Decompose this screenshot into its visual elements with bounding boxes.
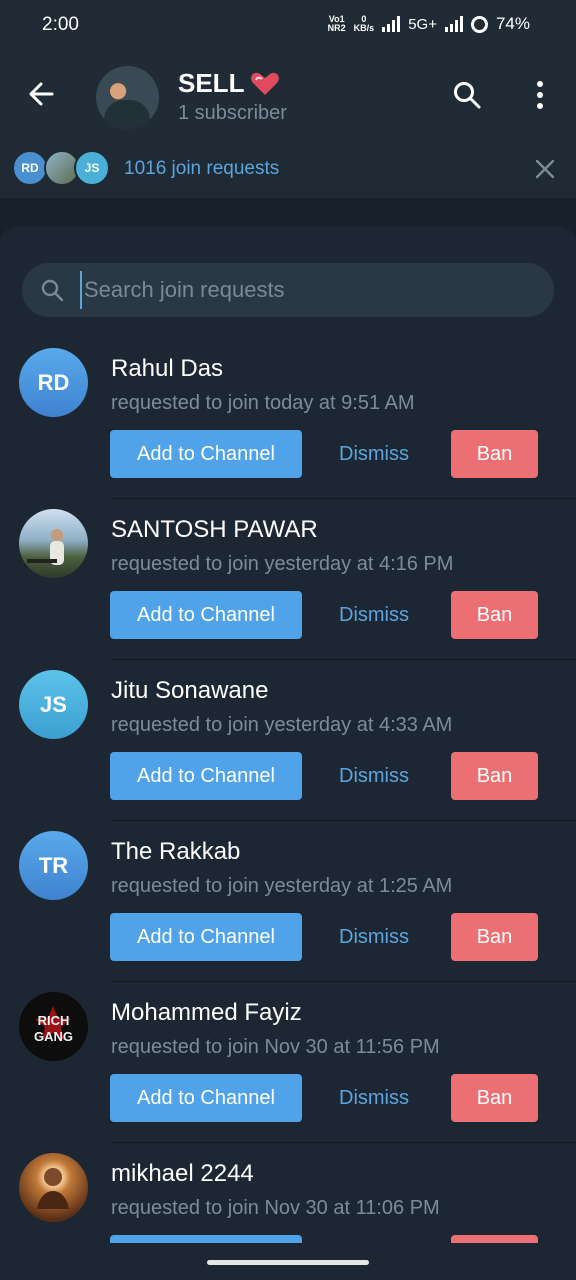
search-icon[interactable] (452, 80, 482, 110)
svg-text:GANG: GANG (34, 1029, 73, 1044)
dismiss-button[interactable]: Dismiss (318, 752, 430, 800)
ban-button[interactable]: Ban (451, 913, 538, 961)
add-to-channel-button[interactable]: Add to Channel (110, 430, 302, 478)
back-arrow-icon[interactable] (24, 76, 60, 112)
request-time: requested to join Nov 30 at 11:06 PM (111, 1197, 440, 1219)
channel-header: SELL 1 subscriber (0, 52, 576, 140)
search-icon (41, 279, 64, 302)
status-indicators: Vo1 NR2 0 KB/s 5G+ 74% (328, 14, 530, 34)
join-requests-bar[interactable]: RD JS 1016 join requests (0, 140, 576, 198)
network-speed: 0 KB/s (353, 14, 375, 33)
add-to-channel-button[interactable]: Add to Channel (110, 913, 302, 961)
mini-avatar-3: JS (74, 150, 110, 186)
ban-button[interactable]: Ban (451, 430, 538, 478)
avatar[interactable] (19, 509, 88, 578)
channel-subtitle: 1 subscriber (178, 102, 287, 124)
requester-name[interactable]: Mohammed Fayiz (111, 999, 302, 1027)
rich-gang-logo-icon: RICH GANG (34, 1006, 73, 1044)
add-to-channel-button[interactable]: Add to Channel (110, 591, 302, 639)
more-vertical-icon[interactable] (526, 78, 554, 112)
requester-name[interactable]: Jitu Sonawane (111, 677, 268, 705)
avatar[interactable] (19, 1153, 88, 1222)
requester-name[interactable]: Rahul Das (111, 355, 223, 383)
requester-name[interactable]: mikhael 2244 (111, 1160, 254, 1188)
request-row: JS Jitu Sonawane requested to join yeste… (0, 660, 576, 821)
heart-emoji-icon (251, 72, 280, 95)
dismiss-button[interactable]: Dismiss (318, 1074, 430, 1122)
join-requests-sheet: RD Rahul Das requested to join today at … (0, 226, 576, 1280)
join-requests-count[interactable]: 1016 join requests (124, 158, 279, 180)
request-row: SANTOSH PAWAR requested to join yesterda… (0, 499, 576, 660)
search-input[interactable] (80, 271, 540, 309)
requests-list: RD Rahul Das requested to join today at … (0, 338, 576, 1243)
svg-text:RICH: RICH (38, 1013, 70, 1028)
ban-button[interactable]: Ban (451, 1074, 538, 1122)
avatar[interactable]: JS (19, 670, 88, 739)
home-indicator[interactable] (207, 1260, 369, 1265)
ban-button[interactable]: Ban (451, 1235, 538, 1243)
person-photo-icon (27, 529, 64, 565)
ban-button[interactable]: Ban (451, 752, 538, 800)
request-time: requested to join yesterday at 4:33 AM (111, 714, 453, 736)
avatar[interactable]: TR (19, 831, 88, 900)
request-row: RD Rahul Das requested to join today at … (0, 338, 576, 499)
signal-icon-2 (444, 16, 463, 32)
portrait-photo-icon (37, 1168, 69, 1209)
requester-name[interactable]: The Rakkab (111, 838, 240, 866)
mini-avatar-1: RD (12, 150, 48, 186)
dismiss-button[interactable]: Dismiss (318, 913, 430, 961)
request-row: mikhael 2244 requested to join Nov 30 at… (0, 1143, 576, 1243)
dismiss-button[interactable]: Dismiss (318, 1235, 430, 1243)
gesture-nav-bar (0, 1243, 576, 1280)
battery-icon (470, 15, 488, 33)
avatar[interactable]: RD (19, 348, 88, 417)
battery-level: 74% (495, 14, 530, 33)
request-time: requested to join Nov 30 at 11:56 PM (111, 1036, 440, 1058)
add-to-channel-button[interactable]: Add to Channel (110, 1235, 302, 1243)
avatar[interactable]: RICH GANG (19, 992, 88, 1061)
signal-icon (382, 16, 401, 32)
request-row: RICH GANG Mohammed Fayiz requested to jo… (0, 982, 576, 1143)
add-to-channel-button[interactable]: Add to Channel (110, 1074, 302, 1122)
status-bar: 2:00 Vo1 NR2 0 KB/s 5G+ 74% (0, 0, 576, 52)
channel-title[interactable]: SELL (178, 68, 280, 99)
channel-avatar[interactable] (96, 66, 159, 129)
dismiss-button[interactable]: Dismiss (318, 430, 430, 478)
request-time: requested to join today at 9:51 AM (111, 392, 415, 414)
requester-name[interactable]: SANTOSH PAWAR (111, 516, 318, 544)
request-time: requested to join yesterday at 4:16 PM (111, 553, 454, 575)
status-time: 2:00 (42, 14, 79, 35)
volte-indicator: Vo1 NR2 (327, 14, 346, 33)
add-to-channel-button[interactable]: Add to Channel (110, 752, 302, 800)
close-icon[interactable] (534, 158, 556, 180)
search-bar[interactable] (22, 263, 554, 317)
request-time: requested to join yesterday at 1:25 AM (111, 875, 453, 897)
network-type: 5G+ (408, 15, 437, 33)
dismiss-button[interactable]: Dismiss (318, 591, 430, 639)
ban-button[interactable]: Ban (451, 591, 538, 639)
request-row: TR The Rakkab requested to join yesterda… (0, 821, 576, 982)
